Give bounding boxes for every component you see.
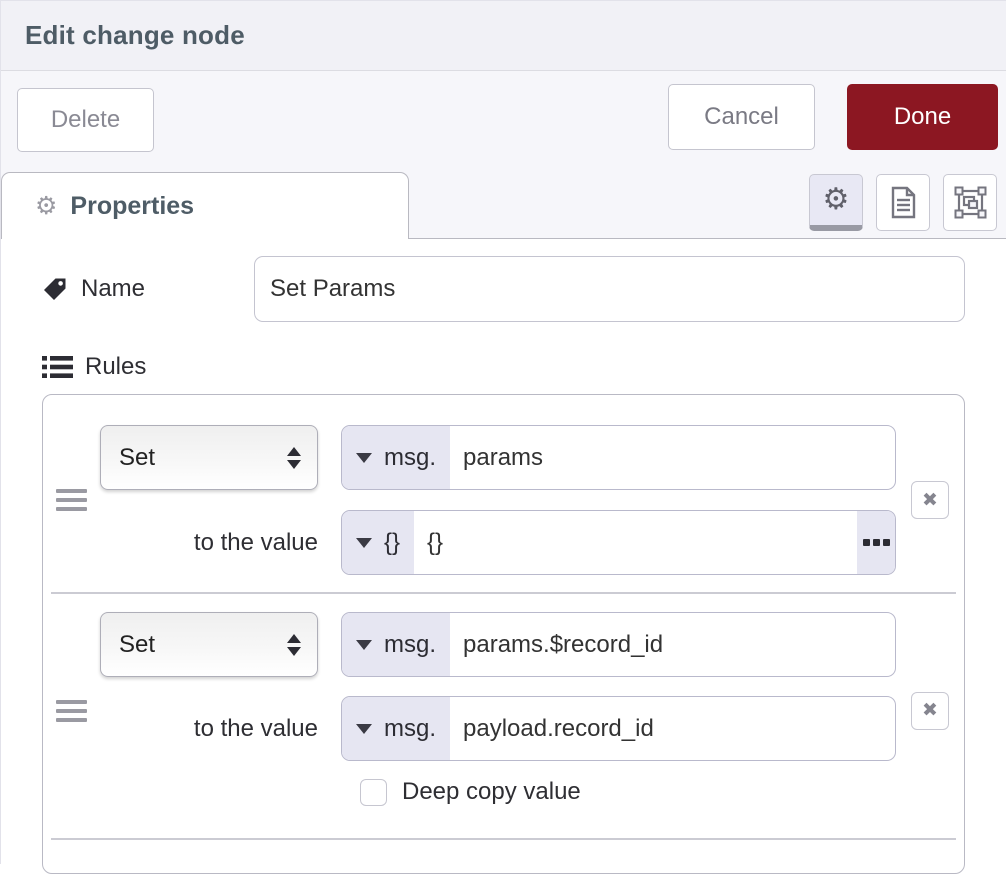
rule-1-value-field[interactable] bbox=[414, 511, 857, 574]
select-arrows-icon bbox=[287, 634, 301, 656]
rule-1-property-type-button[interactable]: msg. bbox=[342, 426, 450, 489]
properties-tab-button[interactable]: ⚙ bbox=[809, 174, 863, 231]
rule-1-remove-button[interactable]: ✖ bbox=[911, 481, 949, 519]
rule-2-property-input: msg. bbox=[341, 612, 896, 677]
rule-2-main: Set msg. to the value bbox=[100, 612, 896, 809]
tab-properties[interactable]: ⚙ Properties bbox=[1, 172, 409, 239]
deep-copy-row: Deep copy value bbox=[360, 775, 896, 809]
expand-editor-button[interactable] bbox=[857, 511, 895, 574]
rule-row-2: Set msg. to the value bbox=[43, 594, 964, 838]
rule-1-value-type-label: {} bbox=[384, 529, 400, 557]
name-label-text: Name bbox=[81, 275, 145, 303]
chevron-down-icon bbox=[356, 453, 372, 463]
rule-2-handle-col bbox=[43, 612, 100, 809]
tab-properties-label: Properties bbox=[70, 192, 194, 221]
drag-handle-icon[interactable] bbox=[56, 489, 87, 511]
appearance-icon bbox=[954, 186, 987, 219]
rule-1-property-field[interactable] bbox=[450, 426, 895, 489]
dialog-title: Edit change node bbox=[25, 20, 245, 51]
rule-1-property-row: Set msg. bbox=[100, 425, 896, 490]
name-row: Name bbox=[42, 256, 965, 322]
deep-copy-checkbox[interactable] bbox=[360, 779, 387, 806]
drag-handle-icon[interactable] bbox=[56, 700, 87, 722]
done-button[interactable]: Done bbox=[847, 84, 998, 150]
rule-1-property-input: msg. bbox=[341, 425, 896, 490]
name-input[interactable] bbox=[254, 256, 965, 322]
rule-1-property-prefix: msg. bbox=[384, 444, 436, 472]
cancel-button[interactable]: Cancel bbox=[668, 84, 815, 150]
gear-icon: ⚙ bbox=[35, 194, 57, 219]
rule-2-action-select[interactable]: Set bbox=[100, 612, 318, 677]
rule-2-action-value: Set bbox=[119, 631, 155, 659]
rule-1-main: Set msg. to the value bbox=[100, 425, 896, 575]
dialog-header: Edit change node bbox=[1, 1, 1006, 71]
rule-1-to-the-value-label: to the value bbox=[100, 529, 318, 557]
rule-2-to-the-value-label: to the value bbox=[100, 715, 318, 743]
appearance-tab-button[interactable] bbox=[943, 174, 997, 231]
delete-button[interactable]: Delete bbox=[17, 88, 154, 152]
rule-2-property-type-button[interactable]: msg. bbox=[342, 613, 450, 676]
rule-2-property-row: Set msg. bbox=[100, 612, 896, 677]
rule-2-delete-col: ✖ bbox=[896, 612, 964, 809]
editor-tab-buttons: ⚙ bbox=[809, 174, 997, 231]
rule-2-value-type-label: msg. bbox=[384, 715, 436, 743]
rule-2-value-input: msg. bbox=[341, 696, 896, 761]
rule-1-handle-col bbox=[43, 425, 100, 575]
rule-2-value-row: to the value msg. bbox=[100, 696, 896, 761]
list-icon bbox=[42, 354, 73, 380]
rule-2-value-type-button[interactable]: msg. bbox=[342, 697, 450, 760]
chevron-down-icon bbox=[356, 724, 372, 734]
ellipsis-icon bbox=[863, 539, 870, 546]
name-label: Name bbox=[42, 275, 254, 303]
rules-label-text: Rules bbox=[85, 353, 146, 381]
rule-1-action-value: Set bbox=[119, 444, 155, 472]
rule-row-1: Set msg. to the value bbox=[43, 395, 964, 592]
rule-divider bbox=[51, 838, 956, 840]
rule-2-value-field[interactable] bbox=[450, 697, 895, 760]
rule-1-value-input: {} bbox=[341, 510, 896, 575]
rule-1-action-select[interactable]: Set bbox=[100, 425, 318, 490]
rule-1-delete-col: ✖ bbox=[896, 425, 964, 575]
dialog-button-bar: Delete Cancel Done bbox=[1, 71, 1006, 169]
chevron-down-icon bbox=[356, 538, 372, 548]
document-icon bbox=[890, 186, 917, 219]
rules-container: Set msg. to the value bbox=[42, 394, 965, 874]
chevron-down-icon bbox=[356, 640, 372, 650]
rule-1-value-row: to the value {} bbox=[100, 510, 896, 575]
properties-form: Name Rules Set bbox=[1, 239, 1006, 874]
deep-copy-label: Deep copy value bbox=[402, 778, 581, 806]
select-arrows-icon bbox=[287, 447, 301, 469]
rule-2-property-prefix: msg. bbox=[384, 631, 436, 659]
rules-label: Rules bbox=[42, 353, 965, 381]
rule-1-value-type-button[interactable]: {} bbox=[342, 511, 414, 574]
rule-2-property-field[interactable] bbox=[450, 613, 895, 676]
gear-icon: ⚙ bbox=[823, 185, 850, 215]
tag-icon bbox=[42, 276, 68, 302]
description-tab-button[interactable] bbox=[876, 174, 930, 231]
editor-tab-bar: ⚙ Properties ⚙ bbox=[1, 169, 1006, 239]
rule-2-remove-button[interactable]: ✖ bbox=[911, 692, 949, 730]
